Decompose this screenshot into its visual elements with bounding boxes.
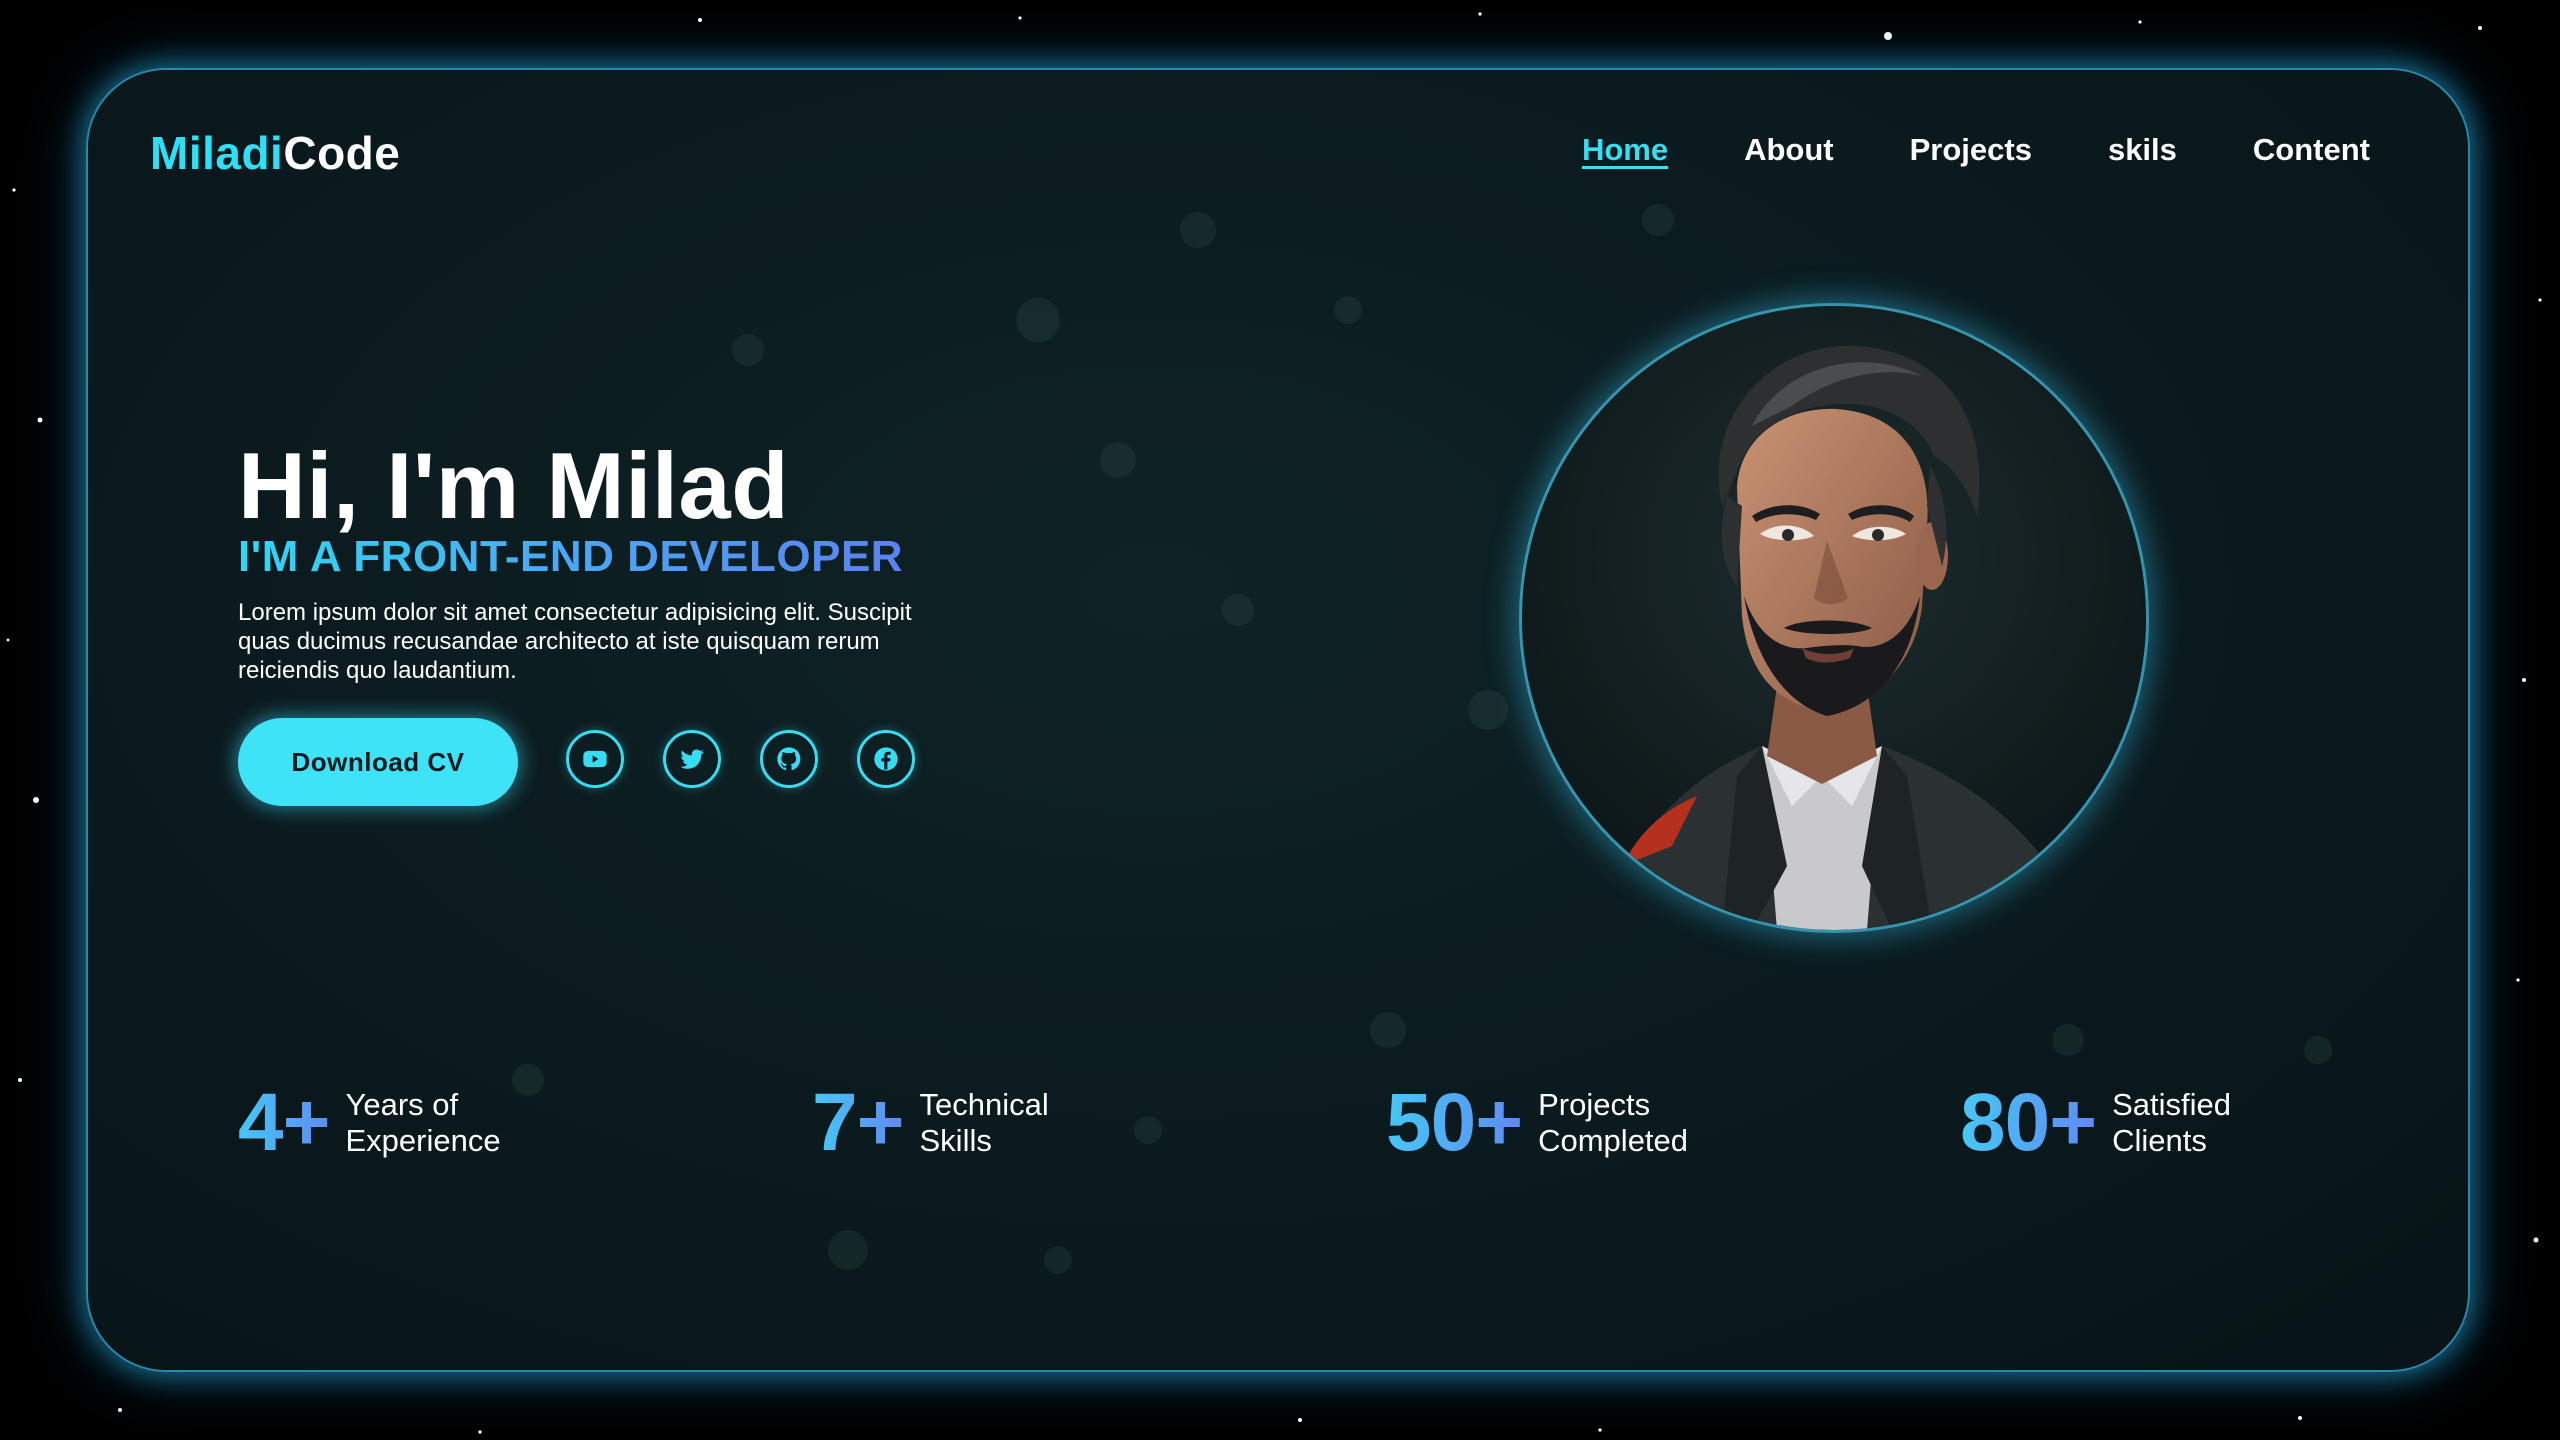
avatar-illustration (1522, 306, 2146, 930)
stats-row: 4+ Years of Experience 7+ Technical Skills… (238, 1076, 2438, 1186)
stat-skills: 7+ Technical Skills (812, 1076, 1049, 1170)
nav-content[interactable]: Content (2253, 132, 2370, 168)
github-link[interactable] (760, 730, 818, 788)
facebook-icon (874, 747, 898, 771)
stat-clients: 80+ Satisfied Clients (1960, 1076, 2231, 1170)
hero-description: Lorem ipsum dolor sit amet consectetur a… (238, 599, 912, 684)
logo-part-1: Miladi (150, 127, 284, 179)
download-cv-button[interactable]: Download CV (238, 718, 518, 806)
stat-label: Years of Experience (345, 1087, 501, 1158)
stat-label: Satisfied Clients (2112, 1087, 2232, 1158)
stat-projects: 50+ Projects Completed (1386, 1076, 1688, 1170)
social-links (566, 730, 915, 788)
stat-value: 80+ (1960, 1077, 2097, 1168)
github-icon (777, 747, 801, 771)
twitter-icon (680, 749, 704, 769)
site-logo[interactable]: MiladiCode (150, 126, 400, 180)
stat-label: Projects Completed (1538, 1087, 1689, 1158)
youtube-icon (583, 750, 607, 768)
stat-experience: 4+ Years of Experience (238, 1076, 501, 1170)
main-nav: Home About Projects skils Content (1582, 132, 2370, 168)
logo-part-2: Code (283, 127, 401, 179)
twitter-link[interactable] (663, 730, 721, 788)
nav-projects[interactable]: Projects (1910, 132, 2032, 168)
facebook-link[interactable] (857, 730, 915, 788)
nav-home[interactable]: Home (1582, 132, 1668, 168)
hero-role: I'M A FRONT-END DEVELOPER (238, 532, 904, 581)
stat-value: 7+ (812, 1077, 904, 1168)
hero-heading: Hi, I'm Milad (238, 433, 790, 538)
nav-about[interactable]: About (1744, 132, 1834, 168)
profile-avatar (1522, 306, 2146, 930)
nav-skills[interactable]: skils (2108, 132, 2177, 168)
stat-value: 4+ (238, 1077, 330, 1168)
youtube-link[interactable] (566, 730, 624, 788)
stat-label: Technical Skills (919, 1087, 1049, 1158)
stat-value: 50+ (1386, 1077, 1523, 1168)
